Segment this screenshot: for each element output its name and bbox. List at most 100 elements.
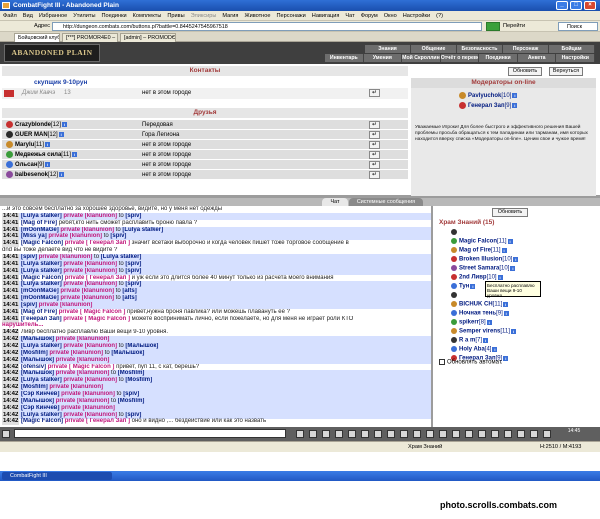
room-user[interactable]: R a m[7] i bbox=[451, 337, 489, 344]
tools-icon[interactable] bbox=[348, 430, 356, 438]
chat-part[interactable]: [Малышок] bbox=[21, 336, 54, 342]
menu-sets[interactable]: Комплекты bbox=[130, 11, 165, 21]
menu-favorites[interactable]: Избранное bbox=[36, 11, 70, 21]
chat-part[interactable]: [alts] bbox=[122, 288, 136, 294]
friend-nick[interactable]: GUER MAN[12] i bbox=[6, 130, 64, 140]
chat-time[interactable]: 14:42 bbox=[2, 418, 20, 426]
chat-part[interactable]: [Сэр Кинчев] bbox=[21, 391, 59, 397]
chat-part[interactable]: [mOonMaGe] bbox=[21, 227, 59, 233]
maximize-button[interactable]: □ bbox=[570, 1, 582, 10]
info-icon[interactable]: i bbox=[59, 171, 65, 177]
chat-part[interactable]: [Малышок] bbox=[125, 343, 158, 349]
menu-help[interactable]: (?) bbox=[433, 11, 446, 21]
chat-part[interactable]: [Малышок] bbox=[21, 398, 54, 404]
room-user[interactable] bbox=[451, 292, 459, 299]
chat-part[interactable]: private [ Генерал Зап ] bbox=[63, 240, 130, 246]
tab-combats[interactable]: Бойцовский клуб bbox=[14, 33, 60, 42]
chat-part[interactable]: private [klanunion] bbox=[62, 213, 117, 219]
chat-part[interactable]: [Lulya stalker] bbox=[21, 261, 62, 267]
chat-part[interactable]: [Сэр Кинчев] bbox=[21, 405, 59, 411]
info-icon[interactable]: i bbox=[470, 283, 476, 289]
char-icon[interactable] bbox=[452, 430, 460, 438]
chat-part[interactable]: [Mosfilm] bbox=[118, 370, 145, 376]
menu-fights[interactable]: Поединки bbox=[98, 11, 129, 21]
info-icon[interactable]: i bbox=[513, 256, 519, 262]
chat-part[interactable]: private [ Magic Falcon ] bbox=[57, 309, 126, 315]
game-menu-knowledge[interactable]: Знания bbox=[365, 45, 411, 53]
game-menu-fighters[interactable]: Бойцам bbox=[549, 45, 595, 53]
chat-part[interactable]: [Lulya stalker] bbox=[21, 281, 62, 287]
room-user[interactable]: Magic Falcon[11] i bbox=[451, 238, 513, 245]
chat-part[interactable]: [mOonMaGe] bbox=[21, 295, 59, 301]
menu-utilities[interactable]: Утилиты bbox=[70, 11, 98, 21]
translit-icon[interactable] bbox=[335, 430, 343, 438]
menu-magic[interactable]: Магия bbox=[219, 11, 241, 21]
friend-action-button[interactable]: ↵ bbox=[369, 121, 380, 129]
chat-part[interactable]: [Magic Falcon] bbox=[21, 240, 63, 246]
menu-characters[interactable]: Персонажи bbox=[274, 11, 309, 21]
settings-icon[interactable] bbox=[504, 430, 512, 438]
info-icon[interactable]: i bbox=[497, 274, 503, 280]
chat-part[interactable]: private [klanunion] bbox=[62, 268, 117, 274]
go-button[interactable]: Перейти bbox=[503, 21, 525, 32]
info-icon[interactable]: i bbox=[492, 346, 498, 352]
forum-icon[interactable] bbox=[491, 430, 499, 438]
tab-chat[interactable]: Чат bbox=[322, 198, 348, 206]
menu-settings[interactable]: Настройки bbox=[400, 11, 433, 21]
game-menu-transfers[interactable]: Отчёт о переводах bbox=[440, 54, 480, 62]
minimize-button[interactable]: _ bbox=[556, 1, 568, 10]
room-user[interactable]: 2nd Ливр[10] i bbox=[451, 274, 503, 281]
help-icon[interactable] bbox=[517, 430, 525, 438]
room-user[interactable]: BICHUK CH[11] i bbox=[451, 301, 509, 308]
chat-part[interactable]: private [ Генерал Зап ] bbox=[63, 275, 130, 281]
clear-icon[interactable] bbox=[309, 430, 317, 438]
chat-part[interactable]: [spiv] bbox=[21, 254, 37, 260]
chat-part[interactable]: [Lulya stalker] bbox=[122, 227, 163, 233]
smiley-icon[interactable] bbox=[2, 430, 10, 438]
game-menu-settings[interactable]: Настройки bbox=[556, 54, 596, 62]
chat-part[interactable]: [Lulya stalker] bbox=[21, 343, 62, 349]
fight-icon[interactable] bbox=[413, 430, 421, 438]
exit-icon[interactable] bbox=[530, 430, 538, 438]
refresh-button[interactable]: Обновить bbox=[508, 67, 542, 76]
friends-icon[interactable] bbox=[478, 430, 486, 438]
menu-elixirs[interactable]: Эликсиры bbox=[188, 11, 220, 21]
close-button[interactable]: × bbox=[584, 1, 596, 10]
checkbox-icon[interactable] bbox=[439, 359, 445, 365]
menu-navigation[interactable]: Навигация bbox=[309, 11, 343, 21]
chat-part[interactable]: [Lulya stalker] bbox=[21, 268, 62, 274]
chat-part[interactable]: [spiv] bbox=[123, 391, 139, 397]
chat-part[interactable]: private [klanunion] bbox=[60, 405, 115, 411]
chat-part[interactable]: private [klanunion] bbox=[37, 254, 93, 260]
chat-part[interactable]: [mOonMaGe] bbox=[21, 288, 59, 294]
friend-nick[interactable]: Crazyblonde[12] i bbox=[6, 120, 68, 130]
note-user[interactable]: Джим Кавчэ bbox=[22, 90, 55, 96]
room-user[interactable]: Holy Aba[4] i bbox=[451, 346, 498, 353]
chat-part[interactable]: [spiv] bbox=[21, 302, 37, 308]
chat-part[interactable]: private [klanunion] bbox=[62, 281, 117, 287]
menu-forum[interactable]: Форум bbox=[358, 11, 381, 21]
private-icon[interactable] bbox=[374, 430, 382, 438]
chat-part[interactable]: private [klanunion] bbox=[48, 384, 103, 390]
room-user[interactable]: spikerr[8] i bbox=[451, 319, 492, 326]
chat-part[interactable]: private [klanunion] bbox=[59, 295, 114, 301]
chat-part[interactable]: private [klanunion] bbox=[62, 377, 117, 383]
friend-action-button[interactable]: ↵ bbox=[369, 151, 380, 159]
game-menu-fights[interactable]: Поединки bbox=[479, 54, 518, 62]
info-icon[interactable]: i bbox=[510, 328, 516, 334]
chat-part[interactable]: private [klanunion] bbox=[62, 343, 117, 349]
menu-file[interactable]: Файл bbox=[0, 11, 20, 21]
info-icon[interactable]: i bbox=[512, 103, 518, 108]
chat-part[interactable]: [Lulya stalker] bbox=[21, 377, 62, 383]
chat-part[interactable]: [Генерал Зап] bbox=[21, 316, 62, 322]
chat-part[interactable]: private [klanunion] bbox=[59, 227, 114, 233]
chat-part[interactable]: private [ Magic Falcon ] bbox=[46, 364, 115, 370]
chat-part[interactable]: [Lulya stalker] bbox=[21, 412, 62, 418]
room-user[interactable]: Тун i bbox=[451, 283, 476, 290]
chat-part[interactable]: [Малышок] bbox=[21, 357, 54, 363]
chat-part[interactable]: [ofensiv] bbox=[21, 364, 46, 370]
return-button[interactable]: Вернуться bbox=[549, 67, 583, 76]
chat-part[interactable]: [spiv] bbox=[110, 233, 126, 239]
chat-part[interactable]: private [klanunion] bbox=[54, 398, 110, 404]
map-icon[interactable] bbox=[426, 430, 434, 438]
